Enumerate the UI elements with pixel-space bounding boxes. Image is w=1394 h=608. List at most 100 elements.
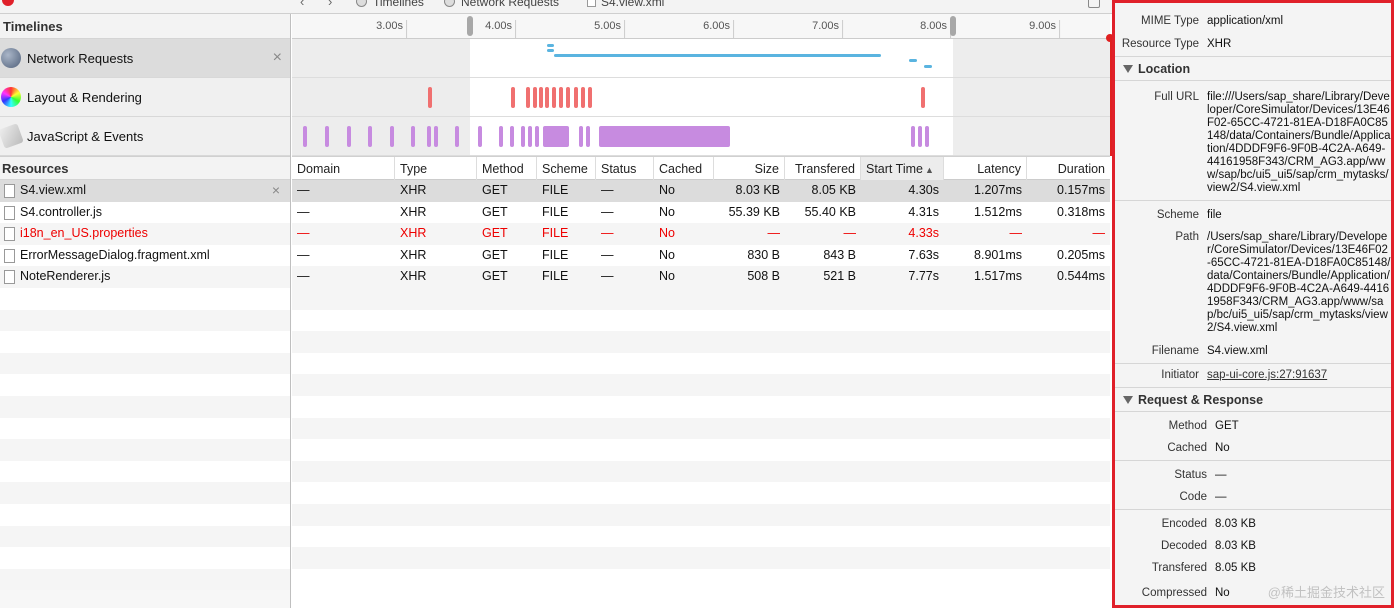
cell-status: — <box>601 204 614 219</box>
column-type[interactable]: Type <box>395 157 477 181</box>
cell-scheme: FILE <box>542 247 569 262</box>
resource-item[interactable]: NoteRenderer.js <box>0 266 290 288</box>
detail-key: Filename <box>1151 345 1199 357</box>
file-icon <box>4 205 15 220</box>
detail-key: Full URL <box>1154 91 1199 103</box>
script-event <box>918 126 922 147</box>
cell-start-time: 7.63s <box>908 247 939 262</box>
forward-icon[interactable]: › <box>328 0 332 9</box>
time-ruler[interactable]: 3.00s 4.00s 5.00s 6.00s 7.00s 8.00s 9.00… <box>292 14 1110 39</box>
empty-row <box>292 396 1110 418</box>
detail-encoded: Encoded 8.03 KB <box>1115 516 1391 533</box>
cell-cached: No <box>659 226 675 241</box>
layout-event <box>533 87 537 108</box>
toolbar: ‹ › Timelines Network Requests S4.view.x… <box>0 0 1112 14</box>
detail-value: No <box>1215 587 1230 599</box>
detail-method: Method GET <box>1115 418 1391 435</box>
column-scheme[interactable]: Scheme <box>537 157 596 181</box>
table-row[interactable]: — XHR GET FILE — No 55.39 KB 55.40 KB 4.… <box>292 201 1110 224</box>
close-icon[interactable]: × <box>272 180 280 202</box>
resource-item[interactable]: S4.controller.js <box>0 201 290 224</box>
table-row[interactable]: — XHR GET FILE — No 508 B 521 B 7.77s 1.… <box>292 266 1110 288</box>
record-icon[interactable] <box>2 0 14 6</box>
script-track <box>292 117 1110 156</box>
cell-duration: 0.205ms <box>1057 247 1105 262</box>
breadcrumb-network-requests[interactable]: Network Requests <box>461 0 559 9</box>
detail-value: application/xml <box>1207 15 1284 27</box>
detail-key: Path <box>1175 231 1199 243</box>
detail-value: file <box>1207 209 1222 221</box>
detail-key: Code <box>1179 491 1208 503</box>
breadcrumb-timelines[interactable]: Timelines <box>373 0 424 9</box>
sidebar: Timelines Network Requests × Layout & Re… <box>0 14 291 608</box>
script-event <box>599 126 730 147</box>
column-start-time-label: Start Time <box>866 162 923 176</box>
script-event <box>347 126 351 147</box>
file-icon <box>4 184 15 198</box>
selection-end-handle[interactable] <box>950 16 956 36</box>
detail-value: — <box>1215 469 1227 481</box>
close-icon[interactable]: × <box>273 49 282 67</box>
initiator-link[interactable]: sap-ui-core.js:27:91637 <box>1207 369 1327 382</box>
table-row[interactable]: — XHR GET FILE — No — — 4.33s — — <box>292 223 1110 245</box>
column-transfered[interactable]: Transfered <box>785 157 861 181</box>
unselected-range <box>292 117 470 155</box>
table-row[interactable]: — XHR GET FILE — No 830 B 843 B 7.63s 8.… <box>292 244 1110 267</box>
column-domain[interactable]: Domain <box>292 157 395 181</box>
timelines-icon <box>356 0 367 7</box>
column-method[interactable]: Method <box>477 157 537 181</box>
table-row[interactable]: — XHR GET FILE — No 8.03 KB 8.05 KB 4.30… <box>292 180 1110 202</box>
layout-event <box>552 87 556 108</box>
layout-event <box>428 87 432 108</box>
empty-row <box>292 331 1110 353</box>
timeline-javascript-events[interactable]: JavaScript & Events <box>0 117 290 156</box>
empty-row <box>0 287 290 310</box>
resource-item[interactable]: i18n_en_US.properties <box>0 223 290 245</box>
layout-event <box>574 87 578 108</box>
column-latency[interactable]: Latency <box>944 157 1027 181</box>
column-size[interactable]: Size <box>714 157 785 181</box>
timeline-graph[interactable]: 3.00s 4.00s 5.00s 6.00s 7.00s 8.00s 9.00… <box>292 14 1114 156</box>
cell-type: XHR <box>400 226 427 241</box>
network-bar <box>547 49 554 52</box>
detail-status: Status — <box>1115 467 1391 484</box>
detail-key: Transfered <box>1151 562 1207 574</box>
timeline-label: Network Requests <box>27 50 134 66</box>
cell-transfered: 843 B <box>823 247 856 262</box>
request-response-section-header[interactable]: Request & Response <box>1115 388 1391 412</box>
detail-key: Decoded <box>1160 540 1207 552</box>
layout-event <box>511 87 515 108</box>
empty-row <box>292 526 1110 548</box>
detail-key: Compressed <box>1141 587 1207 599</box>
resource-item[interactable]: S4.view.xml × <box>0 180 290 202</box>
cell-size: 8.03 KB <box>735 183 780 197</box>
script-event <box>390 126 394 147</box>
cell-cached: No <box>659 247 675 262</box>
breadcrumb-file[interactable]: S4.view.xml <box>601 0 664 9</box>
column-duration[interactable]: Duration <box>1027 157 1110 181</box>
column-start-time[interactable]: Start Time ▲ <box>861 157 944 181</box>
section-title: Location <box>1138 62 1191 76</box>
network-globe-icon <box>1 48 21 68</box>
cell-transfered: 8.05 KB <box>811 183 856 197</box>
path-group: Scheme file Path/Users/sap_share/Library/… <box>1115 201 1391 364</box>
cell-status: — <box>601 183 614 197</box>
column-cached[interactable]: Cached <box>654 157 714 181</box>
trash-icon[interactable] <box>1088 0 1100 8</box>
cell-transfered: — <box>843 226 857 241</box>
status-group: Status — Code — <box>1115 461 1391 510</box>
cell-scheme: FILE <box>542 226 569 241</box>
back-icon[interactable]: ‹ <box>300 0 304 9</box>
detail-code: Code — <box>1115 489 1391 506</box>
selection-start-handle[interactable] <box>467 16 473 36</box>
cell-method: GET <box>482 183 508 197</box>
empty-row <box>292 482 1110 504</box>
column-status[interactable]: Status <box>596 157 654 181</box>
detail-value: 8.03 KB <box>1215 518 1256 530</box>
location-section-header[interactable]: Location <box>1115 57 1391 81</box>
detail-value: — <box>1215 491 1227 503</box>
timeline-network-requests[interactable]: Network Requests × <box>0 39 290 78</box>
resource-item[interactable]: ErrorMessageDialog.fragment.xml <box>0 244 290 267</box>
cell-type: XHR <box>400 247 427 262</box>
timeline-layout-rendering[interactable]: Layout & Rendering <box>0 78 290 117</box>
